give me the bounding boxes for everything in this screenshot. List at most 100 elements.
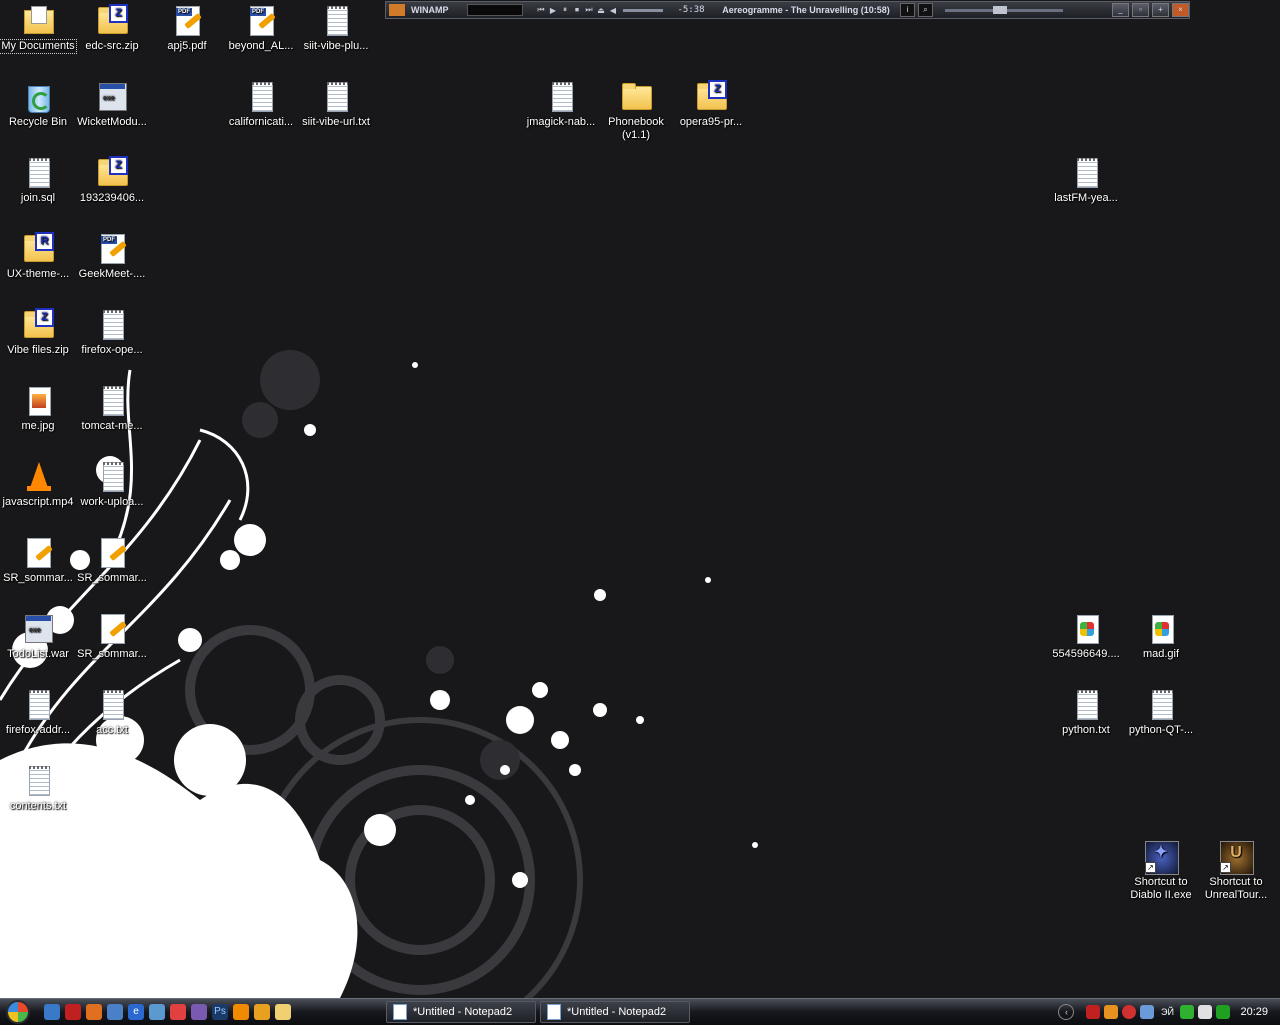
desktop-icon-firefox-ope[interactable]: firefox-ope... xyxy=(74,306,150,357)
photoshop-icon[interactable]: Ps xyxy=(212,1004,228,1020)
icon-label: me.jpg xyxy=(21,420,55,432)
desktop-icon-python-qt[interactable]: python-QT-... xyxy=(1123,686,1199,737)
desktop-icon-my-documents[interactable]: My Documents xyxy=(0,2,77,54)
desktop-icon-554596649[interactable]: 554596649.... xyxy=(1048,610,1124,661)
text-document-icon xyxy=(244,80,278,114)
icon-label: WicketModu... xyxy=(77,116,147,128)
icon-label: Recycle Bin xyxy=(8,116,68,128)
tray-device-icon[interactable] xyxy=(1198,1005,1213,1019)
icon-label: edc-src.zip xyxy=(85,40,139,52)
quick-launch-bar: e Ps xyxy=(44,1004,364,1020)
taskbar: e Ps *Untitled - Notepad2 *Untitled - No… xyxy=(0,998,1280,1025)
icon-label: tomcat-me... xyxy=(81,420,143,432)
tray-sync-icon[interactable] xyxy=(1180,1005,1195,1019)
desktop-icon-edc-src-zip[interactable]: Z edc-src.zip xyxy=(74,2,150,53)
unreal-game-icon: U ↗ xyxy=(1219,840,1254,875)
icon-label: work-uploa... xyxy=(80,496,144,508)
desktop-icon-beyond-al[interactable]: PDF beyond_AL... xyxy=(223,2,299,53)
desktop-icon-javascript-mp4[interactable]: javascript.mp4 xyxy=(0,458,76,509)
start-button[interactable] xyxy=(0,1000,36,1024)
winamp-icon[interactable] xyxy=(254,1004,270,1020)
tray-winamp-icon[interactable] xyxy=(1104,1005,1119,1019)
opera-icon[interactable] xyxy=(65,1004,81,1020)
task-label: *Untitled - Notepad2 xyxy=(413,1006,513,1018)
tray-network-icon[interactable] xyxy=(1140,1005,1155,1019)
text-document-icon xyxy=(21,764,55,798)
tray-language[interactable]: ЭЙ xyxy=(1158,1005,1176,1019)
desktop-icon-recycle-bin[interactable]: Recycle Bin xyxy=(0,78,76,129)
taskbar-item-notepad2-1[interactable]: *Untitled - Notepad2 xyxy=(386,1001,536,1023)
icon-label: 554596649.... xyxy=(1052,648,1120,660)
internet-explorer-icon[interactable]: e xyxy=(128,1004,144,1020)
icon-label: SR_sommar... xyxy=(77,648,147,660)
desktop-icon-wicketmodu[interactable]: exe WicketModu... xyxy=(74,78,150,129)
desktop-icon-todolist-war[interactable]: exe TodoList.war xyxy=(0,610,76,661)
desktop-icon-ux-theme[interactable]: R UX-theme-... xyxy=(0,230,76,281)
desktop-icon-tomcat-me[interactable]: tomcat-me... xyxy=(74,382,150,433)
desktop-icon-sr-sommar-3[interactable]: SR_sommar... xyxy=(74,610,150,661)
desktop-icon-geekmeet[interactable]: PDF GeekMeet-.... xyxy=(74,230,150,281)
icon-label: californicati... xyxy=(228,116,294,128)
desktop-icon-acc-txt[interactable]: acc.txt xyxy=(74,686,150,737)
tray-battery-icon[interactable] xyxy=(1216,1005,1231,1019)
notepad2-icon xyxy=(393,1004,407,1020)
icon-label: GeekMeet-.... xyxy=(78,268,146,280)
icon-label: Shortcut to UnrealTour... xyxy=(1204,876,1268,901)
tray-expand-icon[interactable]: ‹ xyxy=(1058,1004,1075,1020)
desktop-icon-lastfm-yea[interactable]: lastFM-yea... xyxy=(1048,154,1124,205)
tray-antivirus-icon[interactable] xyxy=(1086,1005,1101,1019)
notepad2-icon xyxy=(547,1004,561,1020)
icon-label: lastFM-yea... xyxy=(1054,192,1118,204)
text-document-icon xyxy=(544,80,578,114)
icon-label: acc.txt xyxy=(96,724,128,736)
desktop-icon-193239406[interactable]: Z 193239406... xyxy=(74,154,150,205)
icon-label: firefox-ope... xyxy=(81,344,143,356)
show-desktop-icon[interactable] xyxy=(44,1004,60,1020)
icon-label: siit-vibe-url.txt xyxy=(302,116,370,128)
icon-label: Phonebook (v1.1) xyxy=(608,116,664,141)
icon-label: SR_sommar... xyxy=(77,572,147,584)
desktop-icon-sr-sommar-2[interactable]: SR_sommar... xyxy=(74,534,150,585)
desktop-icon-apj5-pdf[interactable]: PDF apj5.pdf xyxy=(149,2,225,53)
document-icon[interactable] xyxy=(149,1004,165,1020)
desktop-icon-me-jpg[interactable]: me.jpg xyxy=(0,382,76,433)
desktop-icon-siit-vibe-url[interactable]: siit-vibe-url.txt xyxy=(298,78,374,129)
windows-logo-icon xyxy=(6,1000,30,1024)
icon-label: contents.txt xyxy=(9,800,67,812)
vlc-cone-icon xyxy=(21,460,55,494)
firefox-icon[interactable] xyxy=(86,1004,102,1020)
desktop-icon-unreal-shortcut[interactable]: U ↗ Shortcut to UnrealTour... xyxy=(1198,838,1274,902)
desktop-icon-contents-txt[interactable]: contents.txt xyxy=(0,762,76,813)
globe-icon[interactable] xyxy=(107,1004,123,1020)
text-document-icon xyxy=(21,688,55,722)
icon-label: beyond_AL... xyxy=(228,40,294,52)
text-document-icon xyxy=(1069,156,1103,190)
desktop: My Documents Z edc-src.zip PDF apj5.pdf … xyxy=(0,0,1280,998)
desktop-icon-phonebook[interactable]: Phonebook (v1.1) xyxy=(598,78,674,142)
desktop-icon-jmagick-nab[interactable]: jmagick-nab... xyxy=(523,78,599,129)
desktop-icon-sr-sommar-1[interactable]: SR_sommar... xyxy=(0,534,76,585)
taskbar-clock[interactable]: 20:29 xyxy=(1240,1006,1268,1018)
desktop-icon-join-sql[interactable]: join.sql xyxy=(0,154,76,205)
desktop-icon-siit-vibe-plu[interactable]: siit-vibe-plu... xyxy=(298,2,374,53)
text-document-icon xyxy=(95,460,129,494)
shortcut-arrow-icon: ↗ xyxy=(1145,862,1156,873)
vlc-icon[interactable] xyxy=(233,1004,249,1020)
folder-icon[interactable] xyxy=(275,1004,291,1020)
messenger-icon[interactable] xyxy=(170,1004,186,1020)
desktop-icon-work-uploa[interactable]: work-uploa... xyxy=(74,458,150,509)
desktop-icon-californicati[interactable]: californicati... xyxy=(223,78,299,129)
zip-folder-icon: Z xyxy=(95,156,129,190)
icon-label: apj5.pdf xyxy=(167,40,207,52)
desktop-icon-mad-gif[interactable]: mad.gif xyxy=(1123,610,1199,661)
desktop-icon-python-txt[interactable]: python.txt xyxy=(1048,686,1124,737)
task-label: *Untitled - Notepad2 xyxy=(567,1006,667,1018)
tray-alert-icon[interactable] xyxy=(1122,1005,1137,1019)
desktop-icon-opera95-pr[interactable]: Z opera95-pr... xyxy=(673,78,749,129)
taskbar-item-notepad2-2[interactable]: *Untitled - Notepad2 xyxy=(540,1001,690,1023)
desktop-icon-vibe-files-zip[interactable]: Z Vibe files.zip xyxy=(0,306,76,357)
eclipse-icon[interactable] xyxy=(191,1004,207,1020)
desktop-icon-firefox-addr[interactable]: firefox-addr... xyxy=(0,686,76,737)
icon-label: siit-vibe-plu... xyxy=(303,40,369,52)
desktop-icon-diablo-shortcut[interactable]: ✦ ↗ Shortcut to Diablo II.exe xyxy=(1123,838,1199,902)
